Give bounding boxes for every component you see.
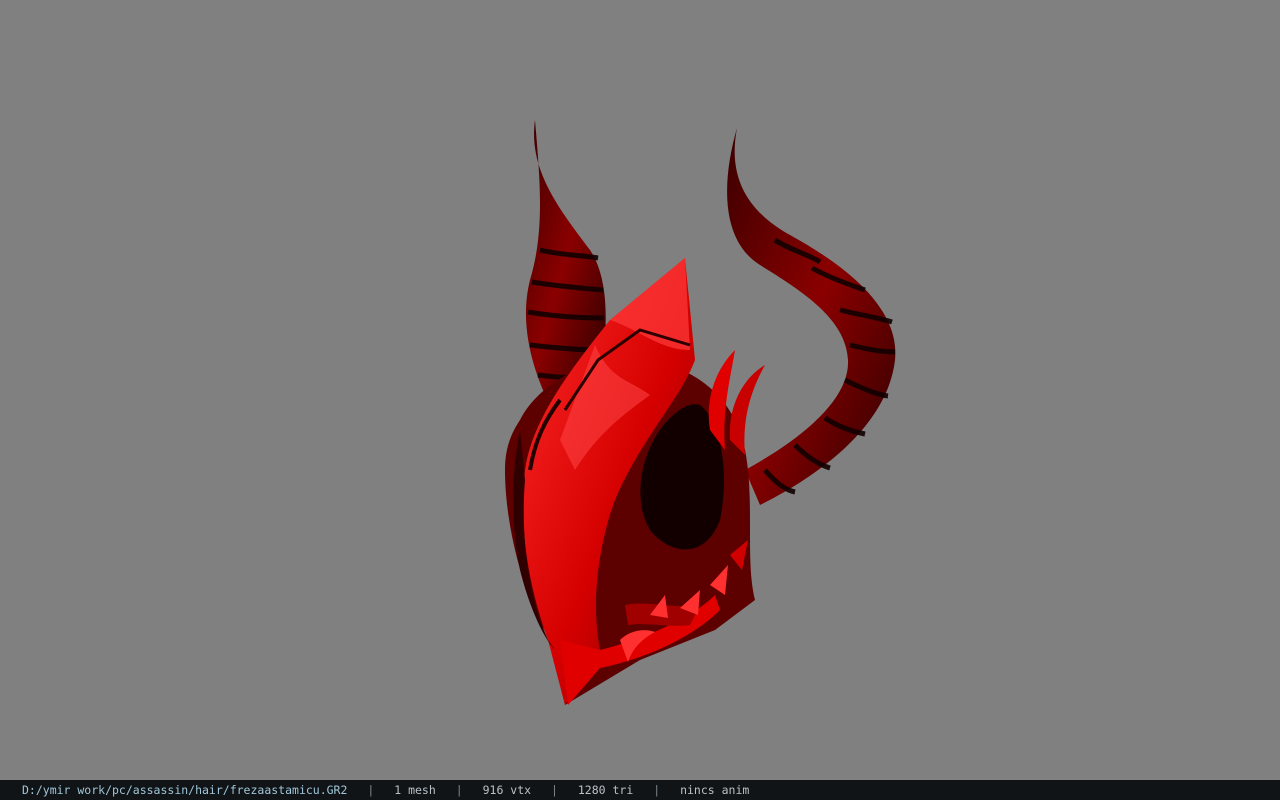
triangle-count: 1280 tri [577, 783, 634, 797]
model-viewport[interactable] [0, 0, 1280, 780]
separator: | [367, 783, 375, 797]
separator: | [653, 783, 661, 797]
status-bar: D:/ymir work/pc/assassin/hair/frezaastam… [0, 780, 1280, 800]
file-path: D:/ymir work/pc/assassin/hair/frezaastam… [22, 783, 348, 797]
mesh-count: 1 mesh [394, 783, 436, 797]
horned-mask-icon [505, 120, 896, 705]
vertex-count: 916 vtx [482, 783, 532, 797]
separator: | [455, 783, 463, 797]
animation-status: nincs anim [680, 783, 750, 797]
separator: | [551, 783, 558, 797]
